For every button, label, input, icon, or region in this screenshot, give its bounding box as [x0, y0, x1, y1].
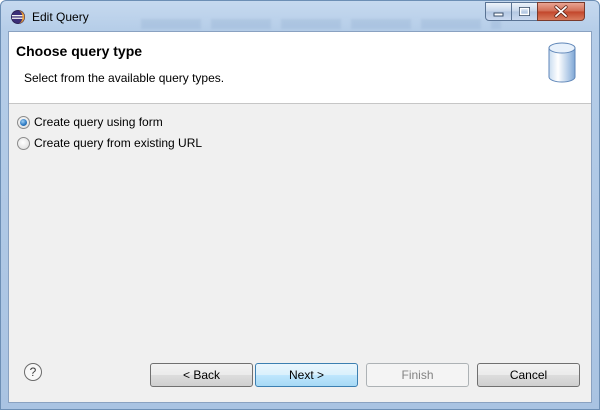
maximize-icon [519, 7, 530, 16]
window-title: Edit Query [32, 10, 89, 24]
button-bar: ? < Back Next > Finish Cancel [9, 328, 591, 402]
wizard-header: Choose query type Select from the availa… [9, 32, 591, 104]
title-bar[interactable]: Edit Query [1, 1, 599, 31]
page-title: Choose query type [16, 43, 143, 59]
background-window-blur [141, 19, 501, 29]
maximize-button[interactable] [511, 2, 538, 21]
option-label[interactable]: Create query using form [34, 114, 163, 131]
back-button[interactable]: < Back [150, 363, 253, 387]
dialog-client-area: Choose query type Select from the availa… [8, 31, 592, 403]
close-icon [554, 5, 568, 18]
finish-button: Finish [366, 363, 469, 387]
next-button[interactable]: Next > [255, 363, 358, 387]
option-label[interactable]: Create query from existing URL [34, 135, 202, 152]
minimize-icon [493, 12, 504, 17]
radio-button-form[interactable] [17, 116, 30, 129]
radio-button-url[interactable] [17, 137, 30, 150]
close-button[interactable] [537, 2, 585, 21]
help-icon[interactable]: ? [24, 363, 42, 381]
cancel-button[interactable]: Cancel [477, 363, 580, 387]
minimize-button[interactable] [485, 2, 512, 21]
page-description: Select from the available query types. [24, 71, 225, 85]
database-icon [548, 42, 576, 83]
edit-query-dialog: Edit Query Choose query type Select from… [0, 0, 600, 410]
eclipse-icon [11, 10, 25, 24]
